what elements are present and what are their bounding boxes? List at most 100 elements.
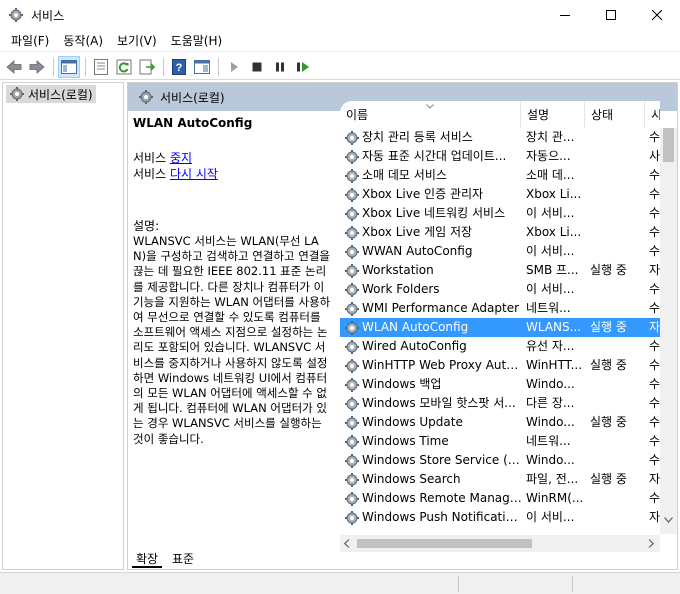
help-button[interactable]: ? [168, 56, 190, 78]
service-description-cell: Windo... [526, 453, 575, 467]
service-gear-icon [345, 150, 359, 164]
service-description-cell: WinRM(... [526, 491, 584, 505]
service-row[interactable]: Windows Store Service (W... Windo... 수 [340, 451, 660, 470]
action-pane-button[interactable] [191, 56, 213, 78]
stop-action-line: 서비스 중지 [133, 150, 333, 166]
column-header-name[interactable]: 이름 [340, 101, 520, 128]
service-description-cell: 파일, 전... [526, 472, 579, 486]
service-description-cell: 이 서비... [526, 510, 575, 524]
maximize-icon [606, 10, 616, 20]
sort-ascending-icon [426, 104, 434, 109]
service-details: WLAN AutoConfig 서비스 중지 서비스 다시 시작 설명: WLA… [128, 111, 333, 551]
start-service-button[interactable] [223, 56, 245, 78]
service-row[interactable]: Workstation SMB 프... 실행 중 자 [340, 261, 660, 280]
maximize-button[interactable] [588, 0, 634, 30]
pause-service-button[interactable] [269, 56, 291, 78]
service-row[interactable]: Windows Push Notification... 이 서비... 자 [340, 508, 660, 527]
service-description-cell: Xbox Li... [526, 225, 582, 239]
forward-button[interactable] [26, 56, 48, 78]
restart-action-line: 서비스 다시 시작 [133, 166, 333, 182]
restart-service-button[interactable] [292, 56, 314, 78]
service-gear-icon [345, 264, 359, 278]
action-pane-icon [194, 59, 210, 74]
minimize-button[interactable] [542, 0, 588, 30]
service-row[interactable]: Windows 모바일 핫스팟 서... 다른 장... 수 [340, 394, 660, 413]
menu-view[interactable]: 보기(V) [110, 30, 164, 52]
service-description-cell: 소매 데... [526, 168, 575, 182]
menu-action[interactable]: 동작(A) [56, 30, 110, 52]
service-row[interactable]: Xbox Live 인증 관리자 Xbox Li... 수 [340, 185, 660, 204]
pause-icon [276, 62, 284, 71]
stop-service-link[interactable]: 중지 [170, 151, 192, 165]
service-gear-icon [345, 340, 359, 354]
scroll-left-icon[interactable] [344, 539, 350, 548]
service-row[interactable]: Xbox Live 네트워킹 서비스 이 서비... 수 [340, 204, 660, 223]
service-row[interactable]: Wired AutoConfig 유선 자... 수 [340, 337, 660, 356]
service-row[interactable]: 자동 표준 시간대 업데이트... 자동으... 사 [340, 147, 660, 166]
restart-service-link[interactable]: 다시 시작 [170, 167, 218, 181]
vertical-scrollbar[interactable] [660, 128, 677, 534]
description-label: 설명: [133, 219, 160, 233]
service-row[interactable]: Work Folders 이 서비... 수 [340, 280, 660, 299]
service-status: 실행 중 [590, 415, 627, 429]
tree-node-label: 서비스(로컬) [28, 87, 93, 102]
service-startup-type: 수 [649, 130, 660, 144]
tab-extended[interactable]: 확장 [132, 551, 163, 568]
service-row[interactable]: WLAN AutoConfig WLANS... 실행 중 자 [340, 318, 660, 337]
service-gear-icon [345, 359, 359, 373]
services-gear-icon [9, 8, 23, 22]
back-button[interactable] [3, 56, 25, 78]
service-row[interactable]: WinHTTP Web Proxy Auto-... WinHTT... 실행 중 수 [340, 356, 660, 375]
export-list-button[interactable] [136, 56, 158, 78]
service-description-cell: Xbox Li... [526, 187, 582, 201]
title-bar: 서비스 [0, 0, 680, 30]
column-header-status[interactable]: 상태 [584, 101, 644, 128]
vertical-scroll-thumb[interactable] [663, 128, 674, 162]
tab-standard[interactable]: 표준 [168, 551, 198, 568]
service-row[interactable]: Windows Search 파일, 전... 실행 중 자 [340, 470, 660, 489]
svg-text:?: ? [176, 62, 183, 74]
scroll-right-icon[interactable] [648, 539, 654, 548]
service-row[interactable]: WMI Performance Adapter 네트워... 수 [340, 299, 660, 318]
service-gear-icon [345, 169, 359, 183]
service-gear-icon [345, 435, 359, 449]
menu-file[interactable]: 파일(F) [4, 30, 56, 52]
stop-service-button[interactable] [246, 56, 268, 78]
console-tree-icon [61, 59, 77, 74]
service-name: Wired AutoConfig [362, 339, 467, 353]
column-header-startup-type[interactable]: 시 [644, 101, 660, 128]
forward-arrow-icon [29, 59, 45, 74]
service-row[interactable]: Windows 백업 Windo... 수 [340, 375, 660, 394]
service-name: Windows Remote Manage... [362, 491, 524, 505]
service-row[interactable]: WWAN AutoConfig 이 서비... 수 [340, 242, 660, 261]
service-description-cell: 이 서비... [526, 206, 575, 220]
service-startup-type: 수 [649, 453, 660, 467]
service-row[interactable]: 소매 데모 서비스 소매 데... 수 [340, 166, 660, 185]
service-name: Windows Push Notification... [362, 510, 524, 524]
tree-node-services-local[interactable]: 서비스(로컬) [6, 85, 96, 103]
show-console-tree-button[interactable] [58, 55, 80, 78]
service-gear-icon [345, 454, 359, 468]
service-gear-icon [345, 245, 359, 259]
service-name: Xbox Live 게임 저장 [362, 225, 473, 239]
service-name: Windows Search [362, 472, 461, 486]
properties-button[interactable] [90, 56, 112, 78]
service-status: 실행 중 [590, 263, 627, 277]
refresh-button[interactable] [113, 56, 135, 78]
service-name: WMI Performance Adapter [362, 301, 520, 315]
close-button[interactable] [634, 0, 680, 30]
pane-header-title: 서비스(로컬) [160, 90, 225, 105]
service-row[interactable]: Windows Time 네트워... 수 [340, 432, 660, 451]
column-header-description[interactable]: 설명 [520, 101, 584, 128]
service-startup-type: 수 [649, 301, 660, 315]
service-row[interactable]: Xbox Live 게임 저장 Xbox Li... 수 [340, 223, 660, 242]
horizontal-scroll-thumb[interactable] [357, 539, 532, 548]
service-row[interactable]: 장치 관리 등록 서비스 장치 관... 수 [340, 128, 660, 147]
selected-service-name: WLAN AutoConfig [133, 116, 253, 130]
menu-help[interactable]: 도움말(H) [164, 30, 230, 52]
column-header-name-label: 이름 [346, 108, 369, 122]
service-row[interactable]: Windows Remote Manage... WinRM(... 수 [340, 489, 660, 508]
service-row[interactable]: Windows Update Windo... 실행 중 수 [340, 413, 660, 432]
export-list-icon [139, 59, 155, 74]
scroll-down-icon[interactable] [664, 517, 673, 523]
